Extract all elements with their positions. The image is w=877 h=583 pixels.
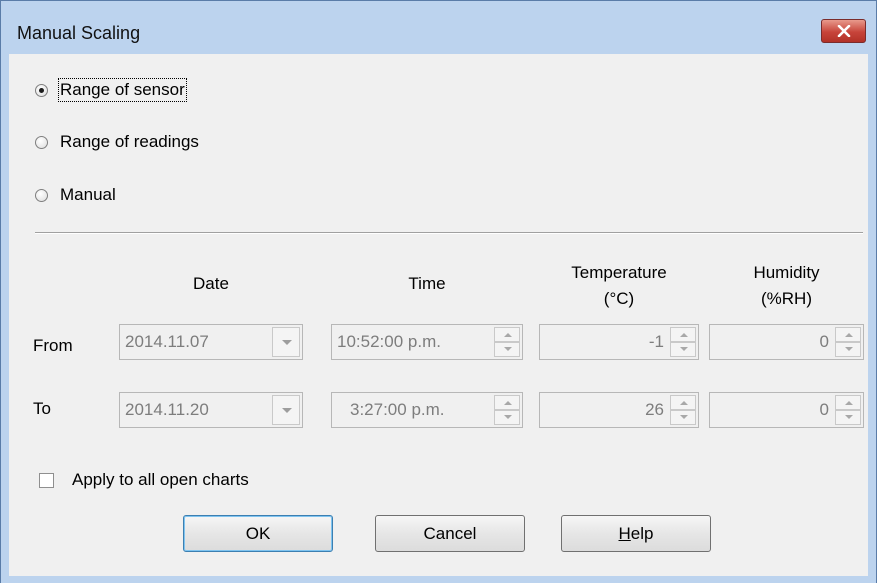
column-header-temperature: Temperature (°C) bbox=[539, 260, 699, 312]
help-accelerator: H bbox=[618, 524, 631, 543]
to-humidity-field[interactable]: 0 bbox=[709, 392, 864, 428]
close-button[interactable] bbox=[821, 19, 866, 43]
window-frame-left bbox=[1, 54, 9, 577]
from-humidity-spinner[interactable] bbox=[835, 327, 861, 357]
radio-range-of-readings[interactable]: Range of readings bbox=[35, 132, 199, 152]
spin-down-icon[interactable] bbox=[835, 410, 861, 425]
close-icon bbox=[837, 25, 851, 37]
from-date-combobox[interactable]: 2014.11.07 bbox=[119, 324, 303, 360]
checkbox-icon bbox=[39, 472, 54, 488]
radio-button-icon bbox=[35, 135, 48, 149]
radio-label-manual: Manual bbox=[60, 185, 116, 204]
from-date-value: 2014.11.07 bbox=[125, 332, 209, 351]
spin-up-icon[interactable] bbox=[670, 327, 696, 342]
ok-button[interactable]: OK bbox=[183, 515, 333, 552]
column-header-humidity: Humidity (%RH) bbox=[709, 260, 864, 312]
dialog-content: Range of sensor Range of readings Manual… bbox=[9, 54, 868, 576]
spin-up-icon[interactable] bbox=[670, 395, 696, 410]
row-label-to: To bbox=[33, 399, 51, 418]
spin-down-icon[interactable] bbox=[494, 410, 520, 425]
radio-range-of-sensor[interactable]: Range of sensor bbox=[35, 78, 187, 102]
from-humidity-field[interactable]: 0 bbox=[709, 324, 864, 360]
help-label: elp bbox=[630, 524, 654, 543]
radio-label-range-of-readings: Range of readings bbox=[60, 132, 199, 151]
radio-manual[interactable]: Manual bbox=[35, 185, 116, 205]
window-frame-right bbox=[868, 54, 876, 577]
temperature-header-line1: Temperature bbox=[571, 263, 667, 282]
radio-label-range-of-sensor: Range of sensor bbox=[58, 78, 187, 102]
title-bar[interactable]: Manual Scaling bbox=[1, 1, 876, 54]
help-button[interactable]: Help bbox=[561, 515, 711, 552]
apply-to-all-charts-label: Apply to all open charts bbox=[72, 470, 249, 489]
from-temperature-spinner[interactable] bbox=[670, 327, 696, 357]
spin-down-icon[interactable] bbox=[835, 342, 861, 357]
humidity-header-line1: Humidity bbox=[753, 263, 820, 282]
from-humidity-value: 0 bbox=[819, 332, 829, 351]
to-time-spinner[interactable] bbox=[494, 395, 520, 425]
spin-up-icon[interactable] bbox=[494, 327, 520, 342]
column-header-date: Date bbox=[193, 274, 229, 293]
from-time-spinner[interactable] bbox=[494, 327, 520, 357]
spin-down-icon[interactable] bbox=[670, 410, 696, 425]
spin-up-icon[interactable] bbox=[494, 395, 520, 410]
to-time-value: 3:27:00 p.m. bbox=[350, 400, 445, 419]
chevron-down-icon[interactable] bbox=[272, 395, 300, 425]
from-time-field[interactable]: 10:52:00 p.m. bbox=[331, 324, 523, 360]
spin-up-icon[interactable] bbox=[835, 327, 861, 342]
window-frame-bottom bbox=[1, 576, 876, 583]
apply-to-all-charts-checkbox[interactable]: Apply to all open charts bbox=[39, 470, 249, 490]
humidity-header-line2: (%RH) bbox=[761, 289, 812, 308]
to-temperature-value: 26 bbox=[645, 400, 664, 419]
cancel-button[interactable]: Cancel bbox=[375, 515, 525, 552]
from-temperature-value: -1 bbox=[648, 332, 664, 351]
spin-up-icon[interactable] bbox=[835, 395, 861, 410]
chevron-down-icon[interactable] bbox=[272, 327, 300, 357]
separator bbox=[35, 232, 863, 234]
manual-scaling-dialog: Manual Scaling Range of sensor Range of … bbox=[0, 0, 877, 583]
to-temperature-spinner[interactable] bbox=[670, 395, 696, 425]
from-temperature-field[interactable]: -1 bbox=[539, 324, 699, 360]
to-temperature-field[interactable]: 26 bbox=[539, 392, 699, 428]
spin-down-icon[interactable] bbox=[494, 342, 520, 357]
to-time-field[interactable]: 3:27:00 p.m. bbox=[331, 392, 523, 428]
to-humidity-spinner[interactable] bbox=[835, 395, 861, 425]
row-label-from: From bbox=[33, 336, 73, 355]
to-date-value: 2014.11.20 bbox=[125, 400, 209, 419]
radio-button-icon bbox=[35, 188, 48, 202]
to-humidity-value: 0 bbox=[819, 400, 829, 419]
temperature-header-line2: (°C) bbox=[603, 289, 635, 308]
column-header-time: Time bbox=[408, 274, 446, 293]
spin-down-icon[interactable] bbox=[670, 342, 696, 357]
from-time-value: 10:52:00 p.m. bbox=[337, 332, 441, 351]
window-title: Manual Scaling bbox=[17, 23, 141, 43]
radio-button-selected-icon bbox=[35, 83, 48, 97]
to-date-combobox[interactable]: 2014.11.20 bbox=[119, 392, 303, 428]
